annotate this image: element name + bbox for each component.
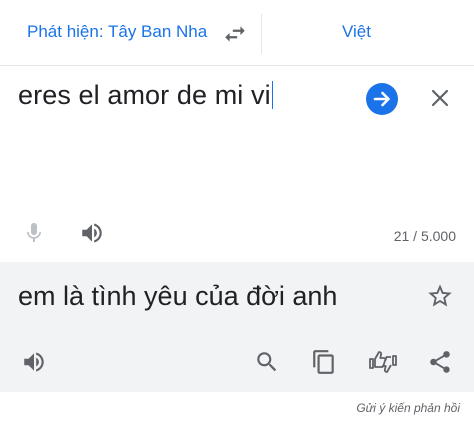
speaker-icon bbox=[82, 223, 102, 243]
share-button[interactable] bbox=[426, 349, 454, 375]
language-bar: Phát hiện: Tây Ban Nha Việt bbox=[0, 0, 474, 66]
translate-app: Phát hiện: Tây Ban Nha Việt eres el amor… bbox=[0, 0, 474, 424]
source-text: eres el amor de mi vi bbox=[18, 80, 271, 110]
close-icon bbox=[431, 89, 449, 107]
microphone-icon bbox=[27, 223, 41, 242]
translate-go-button[interactable] bbox=[366, 83, 398, 115]
source-language-button[interactable]: Phát hiện: Tây Ban Nha bbox=[27, 22, 207, 42]
translation-output-panel: em là tình yêu của đời anh bbox=[0, 262, 474, 392]
listen-translation-button[interactable] bbox=[20, 349, 48, 375]
source-text-input[interactable]: eres el amor de mi vi bbox=[18, 80, 274, 111]
copy-button[interactable] bbox=[310, 349, 338, 375]
send-feedback-link[interactable]: Gửi ý kiến phản hồi bbox=[356, 401, 460, 415]
clear-input-button[interactable] bbox=[429, 87, 451, 109]
swap-languages-button[interactable] bbox=[222, 21, 248, 47]
target-language-button[interactable]: Việt bbox=[342, 22, 371, 42]
arrow-right-icon bbox=[373, 91, 390, 107]
star-icon bbox=[428, 284, 452, 307]
language-divider bbox=[261, 14, 262, 54]
share-icon bbox=[430, 351, 450, 373]
save-translation-button[interactable] bbox=[426, 282, 454, 310]
speaker-icon bbox=[24, 352, 44, 372]
search-button[interactable] bbox=[253, 349, 281, 375]
translated-text: em là tình yêu của đời anh bbox=[18, 281, 338, 311]
listen-source-button[interactable] bbox=[78, 220, 106, 246]
rate-translation-button[interactable] bbox=[367, 349, 397, 375]
copy-icon bbox=[313, 350, 334, 374]
search-icon bbox=[257, 352, 277, 372]
swap-arrows-icon bbox=[225, 26, 245, 42]
text-caret bbox=[271, 81, 274, 109]
thumbs-up-down-icon bbox=[369, 351, 397, 373]
microphone-button[interactable] bbox=[22, 220, 46, 246]
character-count: 21 / 5.000 bbox=[393, 228, 456, 244]
